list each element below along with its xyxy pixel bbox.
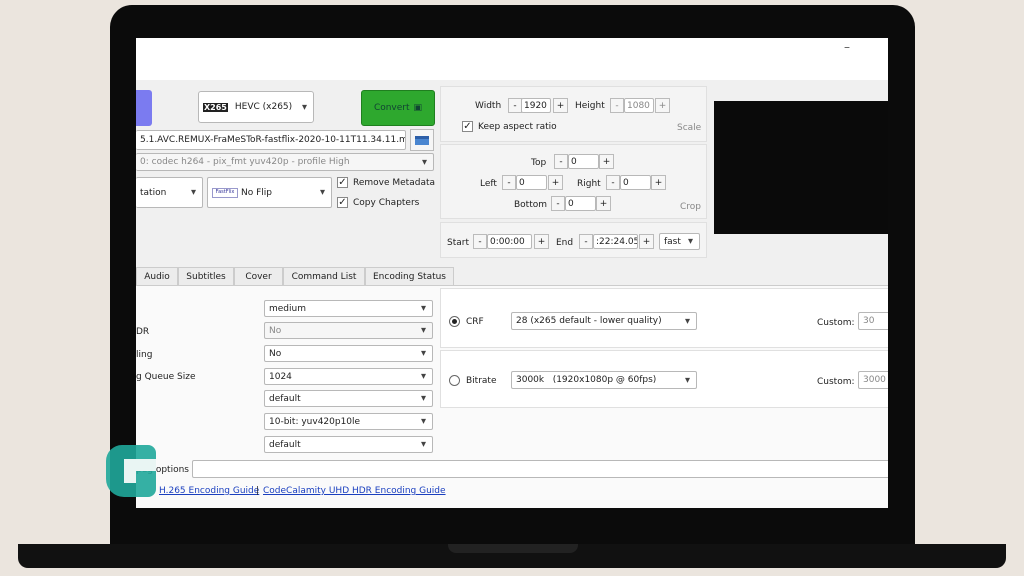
folder-icon xyxy=(415,135,429,145)
convert-button[interactable]: Convert ▣ xyxy=(361,90,435,126)
scale-panel xyxy=(440,86,707,142)
trim-mode-select[interactable]: fast xyxy=(659,233,700,250)
remove-metadata-label: Remove Metadata xyxy=(353,178,436,188)
tab-command-list[interactable]: Command List xyxy=(283,267,365,285)
setting-label-tiling: ling xyxy=(136,350,153,360)
width-input[interactable]: 1920 xyxy=(521,98,551,113)
tiling-select[interactable]: No xyxy=(264,345,433,362)
width-label: Width xyxy=(475,101,502,111)
start-label: Start xyxy=(447,238,469,248)
watermark-logo-icon xyxy=(106,445,156,497)
tab-audio[interactable]: Audio xyxy=(136,267,178,285)
end-minus[interactable]: - xyxy=(579,234,593,249)
link-separator: | xyxy=(256,486,260,496)
title-bar: – xyxy=(136,38,888,80)
pix-fmt-select[interactable]: 10-bit: yuv420p10le xyxy=(264,413,433,430)
crop-right-label: Right xyxy=(577,179,601,189)
crop-left-minus[interactable]: - xyxy=(502,175,516,190)
crf-label: CRF xyxy=(466,317,484,327)
app-window: – X265 HEVC (x265) Convert ▣ 5.1.AVC.REM… xyxy=(136,38,888,508)
video-preview xyxy=(714,101,888,234)
convert-label: Convert xyxy=(373,103,410,113)
height-plus[interactable]: + xyxy=(655,98,670,113)
x265-logo-icon: X265 xyxy=(203,102,228,112)
tab-encoding-status[interactable]: Encoding Status xyxy=(365,267,454,285)
flip-value: No Flip xyxy=(241,187,272,198)
video-track-select[interactable]: 0: codec h264 - pix_fmt yuv420p - profil… xyxy=(136,153,434,171)
crop-left-input[interactable]: 0 xyxy=(516,175,547,190)
height-minus[interactable]: - xyxy=(610,98,624,113)
crf-custom-label: Custom: xyxy=(817,318,855,328)
browse-folder-button[interactable] xyxy=(410,129,434,151)
profile-select[interactable]: default xyxy=(264,436,433,453)
encoder-select[interactable]: X265 HEVC (x265) xyxy=(198,91,314,123)
crf-select[interactable]: 28 (x265 default - lower quality) xyxy=(511,312,697,330)
crop-top-minus[interactable]: - xyxy=(554,154,568,169)
convert-icon: ▣ xyxy=(413,103,423,113)
crop-top-input[interactable]: 0 xyxy=(568,154,599,169)
crop-top-plus[interactable]: + xyxy=(599,154,614,169)
crop-top-label: Top xyxy=(531,158,547,168)
hdr-guide-link[interactable]: CodeCalamity UHD HDR Encoding Guide xyxy=(263,486,446,496)
crop-right-plus[interactable]: + xyxy=(651,175,666,190)
h265-guide-link[interactable]: H.265 Encoding Guide xyxy=(159,486,259,496)
bitrate-select[interactable]: 3000k (1920x1080p @ 60fps) xyxy=(511,371,697,389)
preset-select[interactable]: medium xyxy=(264,300,433,317)
hdr-select[interactable]: No xyxy=(264,322,433,339)
tune-select[interactable]: default xyxy=(264,390,433,407)
crop-bottom-minus[interactable]: - xyxy=(551,196,565,211)
copy-chapters-checkbox[interactable]: ✓ xyxy=(337,197,348,208)
end-label: End xyxy=(556,238,574,248)
crop-title: Crop xyxy=(680,202,702,212)
encoder-value: HEVC (x265) xyxy=(234,102,293,112)
minimize-button[interactable]: – xyxy=(844,40,850,54)
setting-label-queue-size: g Queue Size xyxy=(136,372,196,382)
height-input[interactable]: 1080 xyxy=(624,98,654,113)
flip-select[interactable]: FastFlix No Flip xyxy=(207,177,332,208)
queue-size-select[interactable]: 1024 xyxy=(264,368,433,385)
crop-bottom-plus[interactable]: + xyxy=(596,196,611,211)
crop-left-plus[interactable]: + xyxy=(548,175,563,190)
fastflix-flip-icon: FastFlix xyxy=(212,187,238,198)
start-plus[interactable]: + xyxy=(534,234,549,249)
output-file-input[interactable]: 5.1.AVC.REMUX-FraMeSToR-fastflix-2020-10… xyxy=(136,130,406,150)
crf-radio[interactable] xyxy=(449,316,460,327)
bitrate-custom-input[interactable]: 3000 xyxy=(858,371,888,389)
crop-left-label: Left xyxy=(480,179,497,189)
ffmpeg-options-input[interactable] xyxy=(192,460,888,478)
bitrate-radio[interactable] xyxy=(449,375,460,386)
crf-custom-input[interactable]: 30 xyxy=(858,312,888,330)
bitrate-label: Bitrate xyxy=(466,376,497,386)
start-input[interactable]: 0:00:00 xyxy=(487,234,532,249)
crop-right-minus[interactable]: - xyxy=(606,175,620,190)
end-input[interactable]: :22:24.05 xyxy=(593,234,638,249)
start-minus[interactable]: - xyxy=(473,234,487,249)
tab-subtitles[interactable]: Subtitles xyxy=(178,267,234,285)
crop-bottom-input[interactable]: 0 xyxy=(565,196,596,211)
scale-title: Scale xyxy=(677,123,702,133)
copy-chapters-label: Copy Chapters xyxy=(353,198,420,208)
width-plus[interactable]: + xyxy=(553,98,568,113)
bitrate-custom-label: Custom: xyxy=(817,377,855,387)
source-button[interactable] xyxy=(136,90,152,126)
remove-metadata-checkbox[interactable]: ✓ xyxy=(337,177,348,188)
rotation-select[interactable]: tation xyxy=(136,177,203,208)
crop-right-input[interactable]: 0 xyxy=(620,175,651,190)
setting-label-hdr: DR xyxy=(136,327,150,337)
tab-cover[interactable]: Cover xyxy=(234,267,283,285)
end-plus[interactable]: + xyxy=(639,234,654,249)
keep-aspect-checkbox[interactable]: ✓ xyxy=(462,121,473,132)
width-minus[interactable]: - xyxy=(508,98,522,113)
laptop-notch xyxy=(448,544,578,553)
keep-aspect-label: Keep aspect ratio xyxy=(478,122,557,132)
height-label: Height xyxy=(575,101,605,111)
crop-bottom-label: Bottom xyxy=(514,200,548,210)
